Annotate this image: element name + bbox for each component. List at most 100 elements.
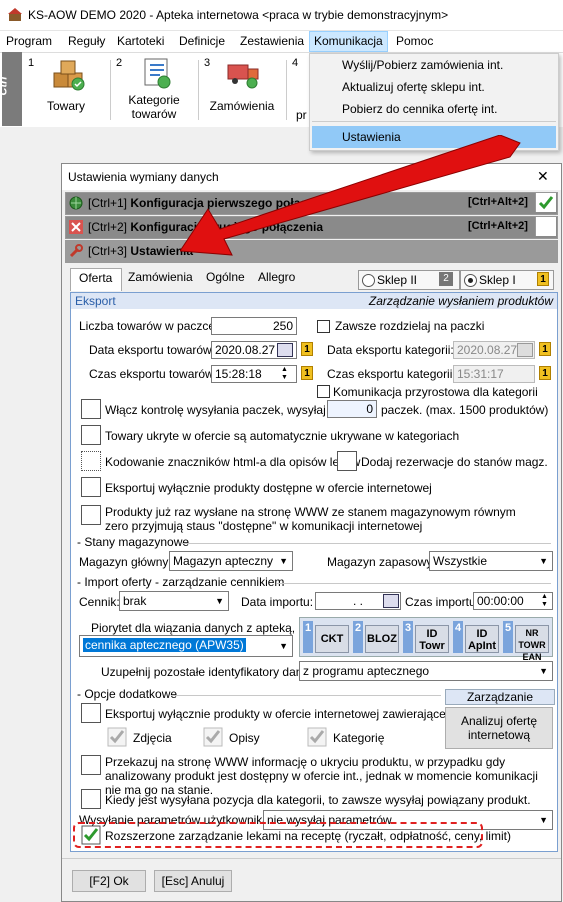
tab-oferta[interactable]: Oferta bbox=[70, 268, 122, 291]
store-2-radio[interactable]: Sklep II 2 bbox=[358, 270, 460, 290]
chevron-down-icon: ▼ bbox=[539, 556, 548, 566]
pricelist-select[interactable]: brak ▼ bbox=[119, 591, 229, 611]
zero-stock-label: Produkty już raz wysłane na stronę WWW z… bbox=[105, 505, 516, 533]
section-1-checkbox[interactable] bbox=[535, 193, 556, 212]
only-available-checkbox[interactable] bbox=[81, 477, 101, 497]
toolbar-towary-button[interactable]: 1 Towary bbox=[24, 53, 108, 125]
store-1-radio[interactable]: Sklep I 1 bbox=[460, 270, 554, 290]
spare-stock-select[interactable]: Wszystkie ▼ bbox=[429, 551, 553, 571]
toolbar-label: Kategorie towarów bbox=[128, 93, 180, 121]
menu-item-update-offer[interactable]: Aktualizuj ofertę sklepu int. bbox=[342, 80, 485, 94]
checkmark-icon bbox=[538, 196, 554, 210]
cancel-button[interactable]: [Esc] Anuluj bbox=[154, 870, 232, 892]
pricelist-label: Cennik: bbox=[79, 595, 120, 609]
toolbar-label: Zamówienia bbox=[209, 99, 275, 113]
only-containing-checkbox[interactable] bbox=[81, 703, 101, 723]
store-label: Sklep I bbox=[479, 273, 516, 287]
truck-icon bbox=[227, 64, 259, 89]
chevron-down-icon: ▼ bbox=[539, 815, 548, 825]
send-related-checkbox[interactable] bbox=[81, 789, 101, 809]
chevron-down-icon: ▼ bbox=[539, 666, 548, 676]
extended-label: Rozszerzone zarządzanie lekami na recept… bbox=[105, 829, 511, 843]
tab-bar: Oferta Zamówienia Ogólne Allegro Sklep I… bbox=[70, 268, 554, 291]
app-icon bbox=[8, 8, 22, 21]
export-time-label: Czas eksportu towarów: bbox=[89, 367, 218, 381]
divider bbox=[171, 695, 441, 696]
batch-control-input[interactable]: 0 bbox=[327, 400, 377, 418]
ok-button[interactable]: [F2] Ok bbox=[72, 870, 146, 892]
section-2-checkbox[interactable] bbox=[535, 217, 556, 236]
annotation-arrow bbox=[180, 135, 521, 256]
info-badge: 1 bbox=[539, 342, 551, 356]
hidden-products-checkbox[interactable] bbox=[81, 425, 101, 445]
analyze-offer-button[interactable]: Analizuj ofertę internetową bbox=[445, 707, 553, 749]
menu-komunikacja[interactable]: Komunikacja bbox=[309, 31, 388, 52]
toolbar-label: pr bbox=[296, 108, 307, 122]
divider bbox=[62, 858, 561, 859]
export-title: Eksport bbox=[75, 294, 116, 308]
fill-select[interactable]: z programu aptecznego ▼ bbox=[299, 661, 553, 681]
section-label: [Ctrl+3] Ustawienia bbox=[88, 244, 194, 258]
fill-label: Uzupełnij pozostałe identyfikatory danym… bbox=[101, 665, 325, 679]
divider bbox=[277, 583, 551, 584]
info-badge: 1 bbox=[539, 366, 551, 380]
checkmark-icon[interactable] bbox=[203, 727, 223, 747]
import-header: - Import oferty - zarządzanie cennikiem bbox=[77, 575, 285, 589]
batch-control-suffix: paczek. (max. 1500 produktów) bbox=[381, 403, 549, 417]
html-encode-checkbox[interactable] bbox=[81, 451, 101, 471]
app-title: KS-AOW DEMO 2020 - Apteka internetowa <p… bbox=[28, 8, 449, 22]
import-time-label: Czas importu: bbox=[405, 595, 480, 609]
batch-input[interactable]: 250 bbox=[211, 317, 297, 335]
send-hide-checkbox[interactable] bbox=[81, 755, 101, 775]
toolbar-zamowienia-button[interactable]: 3 Zamówienia bbox=[200, 53, 284, 125]
store-label: Sklep II bbox=[377, 273, 418, 287]
priority-select[interactable]: cennika aptecznego (APW35) ▼ bbox=[79, 635, 293, 657]
menu-zestawienia[interactable]: Zestawienia bbox=[240, 34, 304, 48]
toolbar-label: Towary bbox=[46, 99, 85, 113]
info-badge: 1 bbox=[301, 366, 313, 380]
settings-dialog: Ustawienia wymiany danych ✕ [Ctrl+1] Kon… bbox=[61, 163, 562, 902]
chevron-down-icon: ▼ bbox=[279, 556, 288, 566]
toolbar-num: 2 bbox=[116, 57, 123, 69]
menu-bar: Program Reguły Kartoteki Definicje Zesta… bbox=[0, 31, 563, 52]
batch-label: Liczba towarów w paczce: bbox=[79, 319, 219, 333]
checkmark-icon[interactable] bbox=[81, 825, 101, 845]
close-icon[interactable]: ✕ bbox=[537, 168, 549, 185]
menu-program[interactable]: Program bbox=[6, 34, 52, 48]
menu-definicje[interactable]: Definicje bbox=[179, 34, 225, 48]
menu-item-fetch-offer[interactable]: Pobierz do cennika ofertę int. bbox=[342, 102, 497, 116]
calendar-icon[interactable] bbox=[277, 343, 293, 357]
calendar-icon[interactable] bbox=[383, 594, 399, 608]
send-hide-label: Przekazuj na stronę WWW informację o ukr… bbox=[105, 755, 538, 797]
send-related-label: Kiedy jest wysyłana pozycja dla kategori… bbox=[105, 793, 531, 807]
menu-kartoteki[interactable]: Kartoteki bbox=[117, 34, 164, 48]
stock-header: - Stany magazynowe bbox=[77, 535, 190, 549]
only-available-label: Eksportuj wyłącznie produkty dostępne w … bbox=[105, 481, 432, 495]
menu-reguly[interactable]: Reguły bbox=[68, 34, 105, 48]
tab-ogolne[interactable]: Ogólne bbox=[206, 270, 245, 284]
manage-header: Zarządzanie bbox=[445, 689, 555, 705]
menu-item-send-receive[interactable]: Wyślij/Pobierz zamówienia int. bbox=[342, 58, 503, 72]
menu-pomoc[interactable]: Pomoc bbox=[396, 34, 433, 48]
batch-control-checkbox[interactable] bbox=[81, 399, 101, 419]
toolbar-kategorie-button[interactable]: 2 Kategorie towarów bbox=[112, 53, 196, 125]
spinner-icon[interactable]: ▲ ▼ bbox=[541, 593, 548, 609]
spinner-icon[interactable]: ▲ ▼ bbox=[281, 366, 288, 382]
zero-stock-checkbox[interactable] bbox=[81, 505, 101, 525]
tab-zamowienia[interactable]: Zamówienia bbox=[128, 270, 193, 284]
photos-label: Zdjęcia bbox=[133, 731, 172, 745]
descriptions-label: Opisy bbox=[229, 731, 260, 745]
store-number: 1 bbox=[537, 272, 549, 286]
hidden-products-label: Towary ukryte w ofercie są automatycznie… bbox=[105, 429, 460, 443]
tab-allegro[interactable]: Allegro bbox=[258, 270, 295, 284]
incremental-checkbox[interactable] bbox=[317, 385, 330, 398]
add-reservations-checkbox[interactable] bbox=[337, 451, 357, 471]
priority-label: Piorytet dla wiązania danych z apteką, d… bbox=[91, 621, 318, 635]
checkmark-icon[interactable] bbox=[107, 727, 127, 747]
main-stock-label: Magazyn główny: bbox=[79, 555, 172, 569]
main-stock-select[interactable]: Magazyn apteczny ▼ bbox=[169, 551, 293, 571]
toolbar-num: 3 bbox=[204, 57, 211, 69]
chevron-down-icon: ▼ bbox=[279, 641, 288, 651]
always-split-checkbox[interactable] bbox=[317, 320, 330, 333]
checkmark-icon[interactable] bbox=[307, 727, 327, 747]
